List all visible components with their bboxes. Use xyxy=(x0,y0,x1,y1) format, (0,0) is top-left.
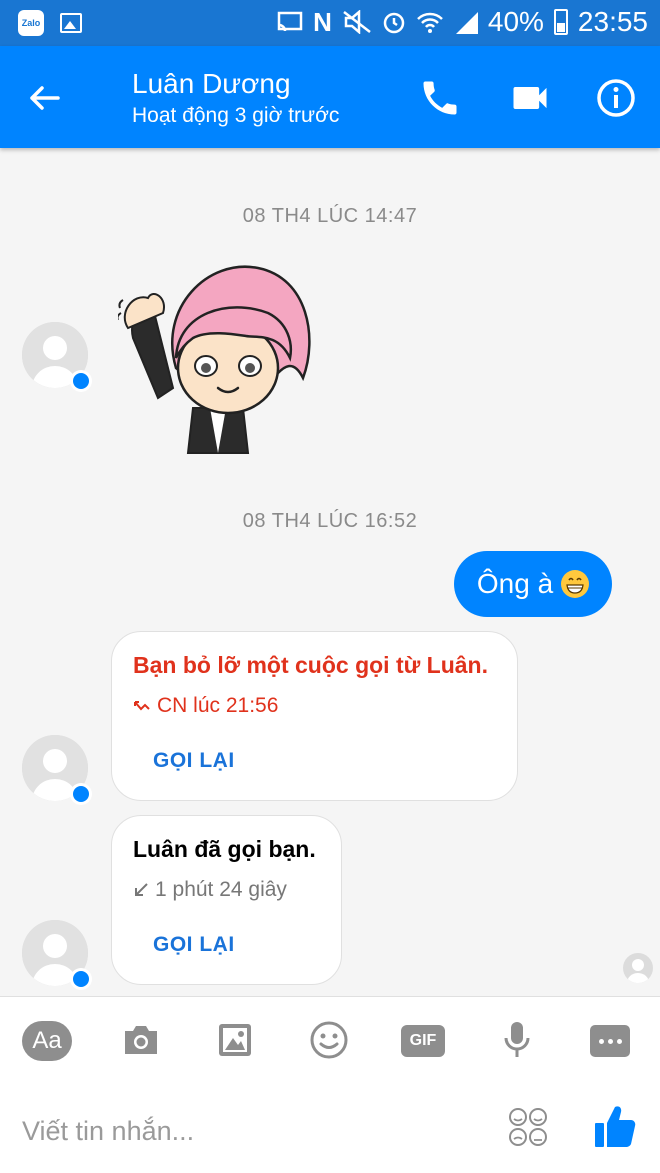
info-icon xyxy=(597,79,635,117)
phone-icon xyxy=(423,81,457,115)
gallery-icon xyxy=(60,13,82,33)
missed-call-title: Bạn bỏ lỡ một cuộc gọi từ Luân. xyxy=(133,652,488,678)
message-input[interactable] xyxy=(22,1113,482,1149)
more-options-button[interactable] xyxy=(590,1025,630,1057)
text-format-button[interactable]: Aa xyxy=(22,1021,72,1061)
mute-icon xyxy=(342,10,372,34)
image-icon xyxy=(219,1024,251,1056)
nfc-icon: N xyxy=(313,6,332,37)
messenger-badge-icon xyxy=(70,968,92,990)
missed-call-card: Bạn bỏ lỡ một cuộc gọi từ Luân. CN lúc 2… xyxy=(111,631,518,801)
voice-message-button[interactable] xyxy=(493,1019,541,1061)
incoming-call-duration-text: 1 phút 24 giây xyxy=(155,878,287,901)
grinning-emoji-icon xyxy=(561,570,590,598)
voice-call-button[interactable] xyxy=(418,76,462,120)
message-composer: Aa GIF xyxy=(0,996,660,1173)
missed-call-arrow-icon xyxy=(134,701,150,711)
seen-receipt-avatar xyxy=(623,953,653,983)
messenger-badge-icon xyxy=(70,783,92,805)
back-arrow-icon xyxy=(30,86,60,110)
like-button[interactable] xyxy=(593,1103,637,1149)
chat-header: Luân Dương Hoạt động 3 giờ trước xyxy=(0,46,660,148)
incoming-call-arrow-icon xyxy=(135,883,148,896)
video-call-button[interactable] xyxy=(508,76,552,120)
sticker-picker-button[interactable] xyxy=(508,1107,548,1147)
alarm-icon xyxy=(382,10,406,34)
incoming-call-card: Luân đã gọi bạn. 1 phút 24 giây GỌI LẠI xyxy=(111,815,342,985)
missed-call-time-text: CN lúc 21:56 xyxy=(157,694,279,717)
call-back-button[interactable]: GỌI LẠI xyxy=(153,749,235,773)
info-button[interactable] xyxy=(594,76,638,120)
outgoing-message-text: Ông à xyxy=(476,568,554,599)
incoming-call-title: Luân đã gọi bạn. xyxy=(133,836,316,862)
incoming-call-duration: 1 phút 24 giây xyxy=(133,878,287,902)
more-icon xyxy=(598,1038,604,1044)
contact-avatar[interactable] xyxy=(22,322,92,392)
thumbs-up-icon xyxy=(595,1106,636,1147)
clock-time: 23:55 xyxy=(577,6,648,37)
camera-icon xyxy=(125,1026,157,1054)
emoji-button[interactable] xyxy=(305,1019,353,1061)
contact-status: Hoạt động 3 giờ trước xyxy=(132,104,340,127)
message-timestamp: 08 TH4 LÚC 14:47 xyxy=(242,205,418,227)
battery-percent: 40% xyxy=(487,6,544,37)
contact-name[interactable]: Luân Dương xyxy=(132,68,291,100)
camera-button[interactable] xyxy=(117,1019,165,1061)
zalo-icon: Zalo xyxy=(18,10,44,36)
signal-icon xyxy=(454,10,478,34)
sticker-girl-waving[interactable] xyxy=(116,258,318,458)
emoji-icon xyxy=(310,1021,348,1059)
battery-icon xyxy=(553,9,568,35)
gallery-button[interactable] xyxy=(211,1019,259,1061)
microphone-icon xyxy=(504,1022,530,1057)
gif-button[interactable]: GIF xyxy=(401,1025,445,1057)
contact-avatar[interactable] xyxy=(22,735,92,805)
wifi-icon xyxy=(416,10,444,34)
sticker-faces-icon xyxy=(509,1108,547,1146)
message-timestamp: 08 TH4 LÚC 16:52 xyxy=(242,510,418,532)
outgoing-message-bubble[interactable]: Ông à xyxy=(454,551,612,617)
cast-icon xyxy=(277,11,303,33)
contact-avatar[interactable] xyxy=(22,920,92,990)
back-button[interactable] xyxy=(22,76,66,120)
missed-call-time: CN lúc 21:56 xyxy=(133,694,278,718)
status-bar: Zalo N 40% 23:55 xyxy=(0,0,660,46)
call-back-button[interactable]: GỌI LẠI xyxy=(153,933,235,957)
messenger-badge-icon xyxy=(70,370,92,392)
video-camera-icon xyxy=(513,87,547,109)
